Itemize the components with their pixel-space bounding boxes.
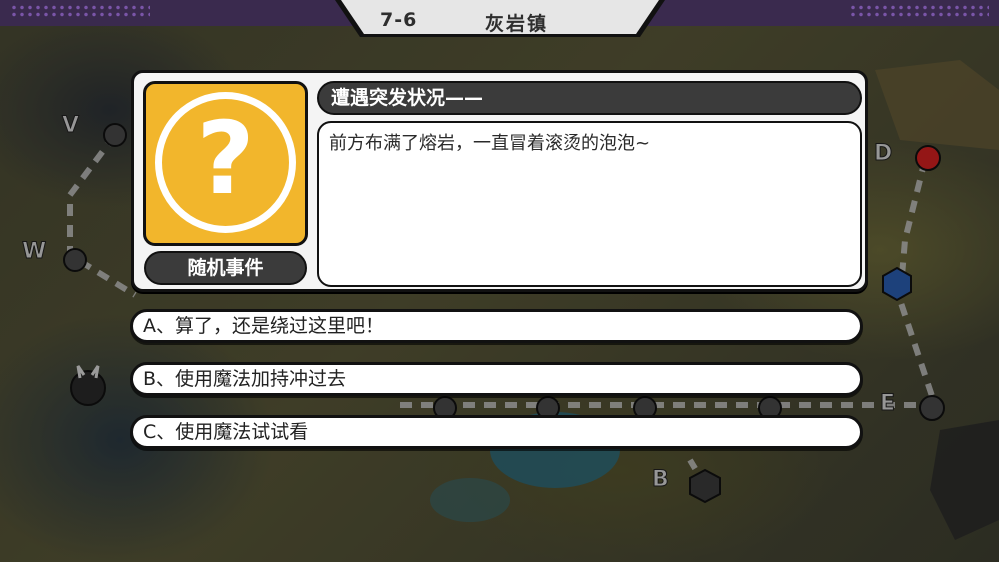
event-description-text: 前方布满了熔岩，一直冒着滚烫的泡泡~ xyxy=(329,133,651,154)
stage-banner: 7-6 灰岩镇 xyxy=(335,0,665,38)
event-description: 前方布满了熔岩，一直冒着滚烫的泡泡~ xyxy=(317,121,862,287)
choice-a-button[interactable]: A、算了，还是绕过这里吧！ xyxy=(130,309,863,343)
choice-label: B、使用魔法加持冲过去 xyxy=(143,368,347,390)
event-icon-box: ? xyxy=(143,81,308,246)
map-node-label: E xyxy=(880,391,895,416)
route-path xyxy=(67,133,137,298)
choice-label: A、算了，还是绕过这里吧！ xyxy=(143,315,384,337)
map-node-current[interactable] xyxy=(915,145,941,171)
rock-outcrop xyxy=(875,60,999,150)
event-title: 遭遇突发状况—— xyxy=(317,81,862,115)
map-node-label: D xyxy=(874,141,892,166)
stage-name: 灰岩镇 xyxy=(485,13,549,35)
bunny-enemy-icon[interactable] xyxy=(70,370,106,406)
question-mark-icon: ? xyxy=(155,92,296,233)
choice-c-button[interactable]: C、使用魔法试试看 xyxy=(130,415,863,449)
map-node-hex[interactable] xyxy=(689,468,721,504)
map-node[interactable] xyxy=(103,123,127,147)
random-event-dialog: ? 随机事件 遭遇突发状况—— 前方布满了熔岩，一直冒着滚烫的泡泡~ xyxy=(131,70,868,292)
map-node[interactable] xyxy=(919,395,945,421)
map-node-label: B xyxy=(652,467,669,492)
route-path xyxy=(896,159,938,406)
question-mark-glyph: ? xyxy=(196,100,255,217)
stage-number: 7-6 xyxy=(380,9,418,31)
rock-outcrop xyxy=(930,420,999,540)
choice-label: C、使用魔法试试看 xyxy=(143,421,309,443)
water-pool-icon xyxy=(430,478,510,522)
event-type-label: 随机事件 xyxy=(144,251,307,285)
map-node-hex[interactable] xyxy=(882,266,912,302)
map-node-label: V xyxy=(62,113,79,138)
map-node[interactable] xyxy=(63,248,87,272)
map-node-label: W xyxy=(22,239,46,264)
choice-b-button[interactable]: B、使用魔法加持冲过去 xyxy=(130,362,863,396)
route-path xyxy=(687,458,708,487)
bunny-ears-icon xyxy=(76,365,100,379)
